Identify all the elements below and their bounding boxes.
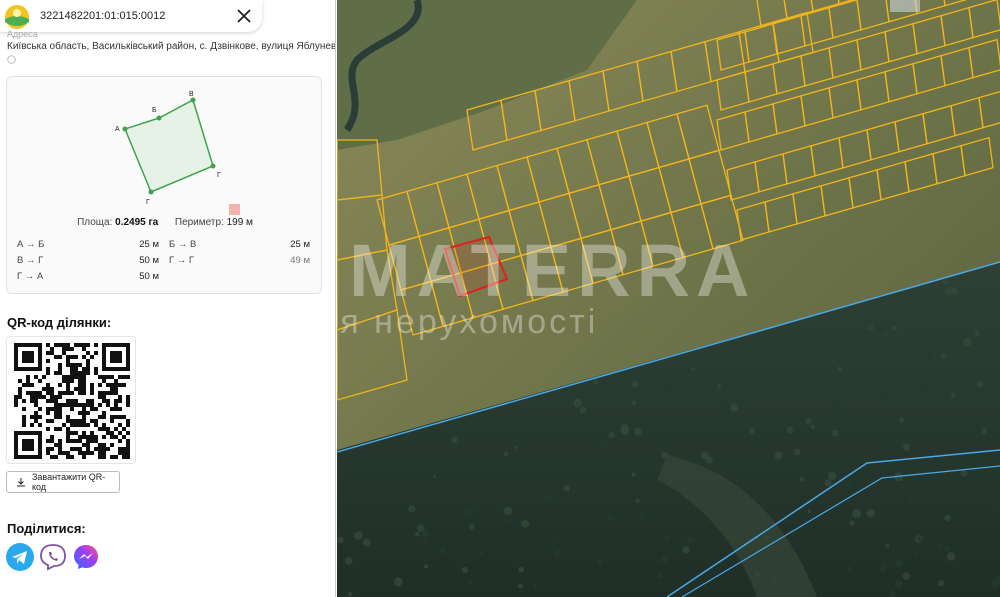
side-value: 25 м bbox=[139, 239, 159, 250]
address-label: Адреса bbox=[7, 29, 38, 39]
plot-metrics: Площа: 0.2495 га Периметр: 199 м bbox=[7, 217, 323, 228]
side-value: 50 м bbox=[139, 255, 159, 266]
side-value: 49 м bbox=[290, 255, 310, 266]
sides-left: А → Б 25 м В → Г 50 м Г → А 50 м bbox=[17, 239, 159, 287]
viber-icon[interactable] bbox=[39, 543, 67, 571]
plot-shape: А Б В Г Г bbox=[115, 91, 221, 206]
side-label: Г → Г bbox=[169, 255, 195, 266]
telegram-icon[interactable] bbox=[6, 543, 34, 571]
vertex-g: Г bbox=[217, 172, 221, 179]
side-label: В → Г bbox=[17, 255, 44, 266]
sides-right: Б → В 25 м Г → Г 49 м bbox=[169, 239, 310, 271]
vertex-a: А bbox=[115, 126, 120, 133]
satellite-map[interactable]: MATERRA агенція нерухомості bbox=[337, 0, 1000, 597]
marker-square bbox=[229, 204, 240, 215]
vertex-v: В bbox=[189, 91, 194, 98]
side-value: 25 м bbox=[290, 239, 310, 250]
side-label: Б → В bbox=[169, 239, 197, 250]
watermark-sub: агенція нерухомості bbox=[337, 303, 599, 341]
area-value: 0.2495 га bbox=[115, 217, 159, 228]
share-icons bbox=[6, 543, 100, 571]
download-qr-label: Завантажити QR-код bbox=[31, 472, 106, 492]
qr-title: QR-код ділянки: bbox=[7, 315, 112, 330]
close-icon[interactable] bbox=[234, 6, 254, 26]
search-header: 32214822​01:01:015:0012 bbox=[0, 0, 262, 32]
address-value: Київська область, Васильківський район, … bbox=[7, 41, 336, 52]
land-logo-icon bbox=[5, 5, 29, 29]
side-label: Г → А bbox=[17, 271, 44, 282]
plot-card: А Б В Г Г Площа: 0.2495 га Периметр: 199… bbox=[6, 76, 322, 294]
download-qr-button[interactable]: Завантажити QR-код bbox=[6, 471, 120, 493]
side-value: 50 м bbox=[139, 271, 159, 282]
qr-code bbox=[6, 336, 136, 464]
side-label: А → Б bbox=[17, 239, 45, 250]
copy-icon[interactable] bbox=[7, 55, 16, 64]
vertex-g2: Г bbox=[146, 199, 150, 206]
area-label: Площа: bbox=[77, 217, 113, 228]
perimeter-value: 199 м bbox=[226, 217, 253, 228]
messenger-icon[interactable] bbox=[72, 543, 100, 571]
side-panel: 32214822​01:01:015:0012 Адреса Київська … bbox=[0, 0, 336, 597]
download-icon bbox=[16, 478, 25, 487]
cadastral-number[interactable]: 32214822​01:01:015:0012 bbox=[40, 10, 165, 22]
vertex-b: Б bbox=[152, 107, 157, 114]
share-title: Поділитися: bbox=[7, 521, 86, 536]
perimeter-label: Периметр: bbox=[174, 217, 224, 228]
watermark-main: MATERRA bbox=[349, 229, 756, 312]
